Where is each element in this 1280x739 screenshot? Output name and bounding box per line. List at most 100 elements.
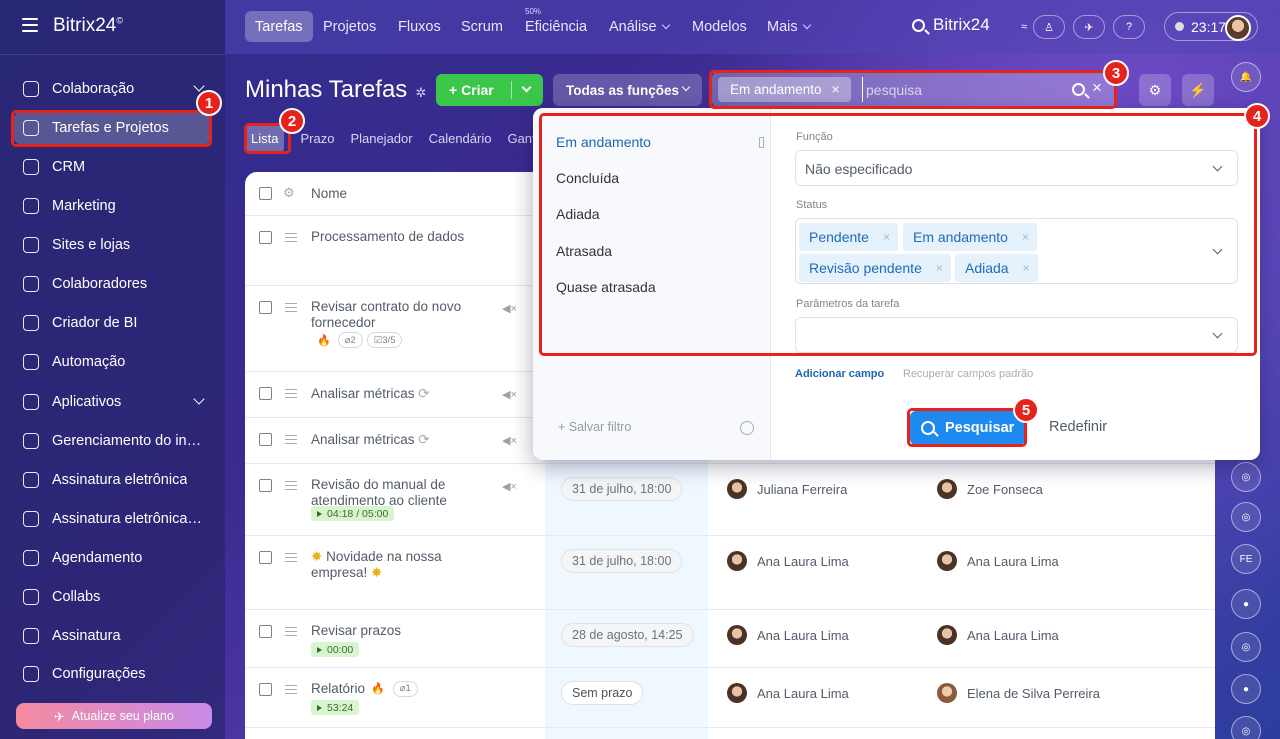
- drag-handle-icon[interactable]: [285, 685, 297, 694]
- responsible[interactable]: Elena de Silva Perreira: [937, 683, 1100, 703]
- row-checkbox[interactable]: [259, 551, 272, 564]
- add-field-link[interactable]: Adicionar campo: [795, 368, 884, 380]
- topnav-projetos[interactable]: Projetos: [323, 0, 376, 54]
- avatar[interactable]: ●: [1231, 674, 1261, 704]
- row-checkbox[interactable]: [259, 433, 272, 446]
- task-name[interactable]: Relatório 🔥 ⌀ 1: [311, 681, 422, 697]
- deadline-pill[interactable]: 28 de agosto, 14:25: [561, 623, 694, 647]
- timer-badge[interactable]: 00:00: [311, 642, 360, 657]
- sidebar-item-automacao[interactable]: Automação: [14, 346, 211, 378]
- drag-handle-icon[interactable]: [285, 233, 297, 242]
- creator[interactable]: Juliana Ferreira: [727, 479, 847, 499]
- sidebar-item-assinatura-eletronica[interactable]: Assinatura eletrônica: [14, 464, 211, 496]
- chat-icon[interactable]: ◎: [1231, 716, 1261, 739]
- gear-icon[interactable]: [740, 421, 754, 435]
- sidebar-item-configuracoes[interactable]: Configurações: [14, 658, 211, 690]
- sidebar-item-assinatura[interactable]: Assinatura: [14, 620, 211, 652]
- responsible[interactable]: Ana Laura Lima: [937, 625, 1059, 645]
- deadline-pill[interactable]: Sem prazo: [561, 681, 644, 705]
- row-checkbox[interactable]: [259, 683, 272, 696]
- row-checkbox[interactable]: [259, 479, 272, 492]
- lightning-icon[interactable]: ⚡: [1182, 74, 1214, 106]
- topnav-analise[interactable]: Análise: [609, 0, 670, 54]
- task-name[interactable]: Revisar contrato do novo fornecedor: [311, 299, 486, 331]
- task-name[interactable]: ✸ Novidade na nossa empresa! ✸: [311, 549, 486, 581]
- chat-icon[interactable]: ◎: [1231, 462, 1261, 492]
- tab-calendario[interactable]: Calendário: [429, 125, 492, 152]
- row-checkbox[interactable]: [259, 301, 272, 314]
- topnav-scrum[interactable]: Scrum: [461, 0, 503, 54]
- sidebar-item-colaboracao[interactable]: Colaboração: [14, 73, 211, 105]
- table-row[interactable]: ✸ Novidade na nossa empresa! ✸ 31 de jul…: [245, 536, 1215, 610]
- drag-handle-icon[interactable]: [285, 389, 297, 398]
- task-name[interactable]: Revisão do manual de atendimento ao clie…: [311, 477, 486, 509]
- topnav-tarefas[interactable]: Tarefas: [245, 11, 313, 42]
- gear-icon[interactable]: ⚙: [1139, 74, 1171, 106]
- creator[interactable]: Ana Laura Lima: [727, 625, 849, 645]
- sidebar-item-agendamento[interactable]: Agendamento: [14, 542, 211, 574]
- global-search[interactable]: Bitrix24: [912, 15, 990, 35]
- table-row[interactable]: Revisar prazos 00:00 28 de agosto, 14:25…: [245, 610, 1215, 668]
- create-button[interactable]: + Criar: [436, 74, 543, 106]
- drag-handle-icon[interactable]: [285, 627, 297, 636]
- responsible[interactable]: Ana Laura Lima: [937, 551, 1059, 571]
- creator[interactable]: Ana Laura Lima: [727, 551, 849, 571]
- sidebar-item-sites[interactable]: Sites e lojas: [14, 229, 211, 261]
- upgrade-button[interactable]: ✈ Atualize seu plano: [16, 703, 212, 729]
- drag-handle-icon[interactable]: [285, 435, 297, 444]
- topnav-mais[interactable]: Mais: [767, 0, 811, 54]
- row-checkbox[interactable]: [259, 625, 272, 638]
- restore-fields-link[interactable]: Recuperar campos padrão: [903, 368, 1033, 380]
- logo[interactable]: Bitrix24©: [53, 15, 123, 37]
- tab-gant[interactable]: Gant: [507, 125, 535, 152]
- roles-dropdown[interactable]: Todas as funções: [553, 74, 702, 106]
- topnav-eficiencia[interactable]: 50% Eficiência: [525, 0, 587, 54]
- task-name[interactable]: Revisar prazos: [311, 623, 486, 639]
- chat-icon[interactable]: ◎: [1231, 502, 1261, 532]
- drag-handle-icon[interactable]: [285, 303, 297, 312]
- topnav-modelos[interactable]: Modelos: [692, 0, 747, 54]
- topnav-fluxos[interactable]: Fluxos: [398, 0, 441, 54]
- save-filter-button[interactable]: + Salvar filtro: [558, 420, 631, 434]
- rocket-icon[interactable]: ✈: [1073, 15, 1105, 39]
- sidebar-item-colaboradores[interactable]: Colaboradores: [14, 268, 211, 300]
- deadline-pill[interactable]: 31 de julho, 18:00: [561, 549, 683, 573]
- tab-prazo[interactable]: Prazo: [300, 125, 334, 152]
- pin-icon[interactable]: ✲: [415, 85, 426, 100]
- timer-badge[interactable]: 53:24: [311, 700, 360, 715]
- sidebar-item-assinatura-eletronica-2[interactable]: Assinatura eletrônica ...: [14, 503, 211, 535]
- sliders-icon[interactable]: ≈: [1015, 15, 1033, 39]
- gear-icon[interactable]: ⚙: [283, 185, 295, 201]
- drag-handle-icon[interactable]: [285, 553, 297, 562]
- avatar[interactable]: ●: [1231, 589, 1261, 619]
- deadline-pill[interactable]: 31 de julho, 18:00: [561, 477, 683, 501]
- table-row[interactable]: Relatório 🔥 ⌀ 1 53:24 Sem prazo Ana Laura L…: [245, 668, 1215, 728]
- help-icon[interactable]: ?: [1113, 15, 1145, 39]
- drag-handle-icon[interactable]: [285, 481, 297, 490]
- row-checkbox[interactable]: [259, 231, 272, 244]
- avatar[interactable]: FE: [1231, 544, 1261, 574]
- table-row[interactable]: Revisão do manual de atendimento ao clie…: [245, 464, 1215, 536]
- add-user-icon[interactable]: ♙: [1033, 15, 1065, 39]
- column-header-name[interactable]: Nome: [311, 186, 347, 201]
- sidebar-item-marketing[interactable]: Marketing: [14, 190, 211, 222]
- task-name[interactable]: Processamento de dados: [311, 229, 486, 245]
- select-all-checkbox[interactable]: [259, 187, 272, 200]
- row-checkbox[interactable]: [259, 387, 272, 400]
- reset-button[interactable]: Redefinir: [1049, 419, 1107, 435]
- creator[interactable]: Ana Laura Lima: [727, 683, 849, 703]
- chevron-down-icon[interactable]: [521, 82, 532, 93]
- avatar[interactable]: [1225, 15, 1251, 41]
- menu-icon[interactable]: [22, 18, 38, 32]
- sidebar-item-aplicativos[interactable]: Aplicativos: [14, 386, 211, 418]
- bell-icon[interactable]: 🔔: [1231, 62, 1261, 92]
- tab-planejador[interactable]: Planejador: [350, 125, 412, 152]
- sidebar-item-bi[interactable]: Criador de BI: [14, 307, 211, 339]
- timer-badge[interactable]: 04:18 / 05:00: [311, 506, 395, 521]
- sidebar-item-inventario[interactable]: Gerenciamento do inv...: [14, 425, 211, 457]
- sidebar-item-collabs[interactable]: Collabs: [14, 581, 211, 613]
- work-time-clock[interactable]: 23:17: [1164, 12, 1258, 41]
- sidebar-item-crm[interactable]: CRM: [14, 151, 211, 183]
- task-name[interactable]: Analisar métricas ⟳: [311, 386, 430, 402]
- task-name[interactable]: Analisar métricas ⟳: [311, 432, 430, 448]
